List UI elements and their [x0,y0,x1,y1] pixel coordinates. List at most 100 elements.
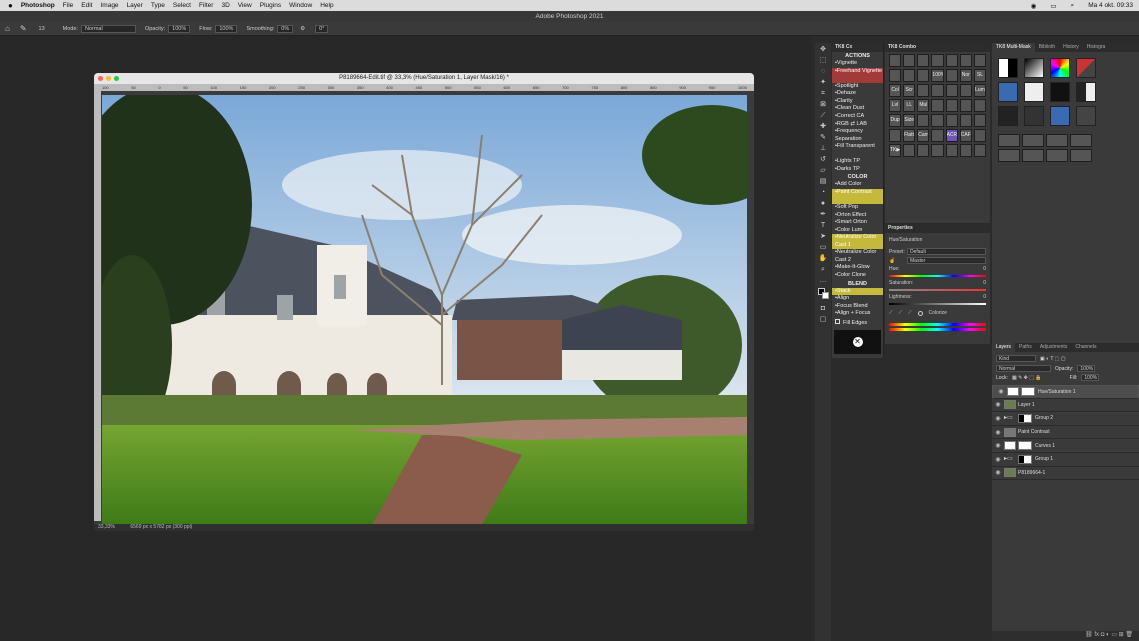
layer-mask-thumbnail[interactable] [1018,413,1032,423]
combo-button[interactable]: LL [903,99,916,112]
battery-icon[interactable]: ▭ [1050,2,1056,10]
action-button[interactable]: •Color Clone [832,272,883,280]
dodge-icon[interactable]: ● [818,200,828,208]
combo-icon[interactable] [917,144,930,157]
action-button[interactable]: •Add Color [832,181,883,189]
combo-icon[interactable] [945,69,958,82]
layer-mask-thumbnail[interactable] [1018,454,1032,464]
combo-button[interactable]: Lvl [889,99,902,112]
document-window[interactable]: P8189664-Edit.tif @ 33,3% (Hue/Saturatio… [94,73,754,531]
lum-mask-2-icon[interactable] [1022,134,1044,147]
layer-opacity-field[interactable]: 100% [1077,365,1096,372]
hue-slider[interactable] [889,275,986,277]
brush-size[interactable]: 13 [39,26,45,32]
menu-help[interactable]: Help [320,2,333,9]
clock[interactable]: Ma 4 okt. 09:33 [1088,2,1133,9]
fx-icon[interactable]: fx [1094,632,1099,638]
menu-window[interactable]: Window [289,2,312,9]
combo-icon[interactable] [889,54,902,67]
combo-icon[interactable] [973,144,986,157]
horizontal-ruler[interactable]: 100 50 0 50 100 150 200 250 300 350 400 450 500 550 60… [94,84,754,91]
action-button[interactable]: •Dehaze [832,90,883,98]
angle-field[interactable]: 0° [315,24,329,33]
screen-mode-icon[interactable]: ▢ [818,316,828,324]
minimize-icon[interactable] [106,76,111,81]
properties-tab[interactable]: Properties [885,224,990,233]
panel-tab[interactable]: TK8 Multi-Mask [992,43,1035,52]
history-brush-icon[interactable]: ↺ [818,156,828,164]
lasso-tool-icon[interactable]: ◌ [818,68,828,76]
combo-icon[interactable] [945,84,958,97]
lum-mask-1-icon[interactable] [998,134,1020,147]
mask-person-icon[interactable] [998,82,1018,102]
menu-image[interactable]: Image [100,2,118,9]
menu-edit[interactable]: Edit [81,2,92,9]
tk8-combo-tab[interactable]: TK8 Combo [885,43,990,52]
hand-tool-icon[interactable]: ✋ [818,255,828,263]
combo-icon[interactable] [917,84,930,97]
visibility-eye-icon[interactable]: ◉ [992,401,1004,408]
action-button[interactable]: •Lights TP [832,158,883,166]
adjustment-icon[interactable]: ◐ [1106,632,1110,638]
mask-figure-icon[interactable] [1024,82,1044,102]
layer-row[interactable]: ◉ Paint Contrast [992,426,1139,440]
menu-layer[interactable]: Layer [127,2,143,9]
combo-icon[interactable] [959,54,972,67]
combo-icon[interactable] [945,114,958,127]
combo-icon[interactable] [973,129,986,142]
action-button[interactable]: •Correct CA [832,113,883,121]
panel-tab[interactable]: Histogra [1083,43,1110,52]
combo-icon[interactable] [959,99,972,112]
action-button[interactable]: •RGB ⇄ LAB [832,121,883,129]
brush-icon[interactable]: ✎ [818,134,828,142]
panel-tab[interactable]: History [1059,43,1083,52]
combo-button[interactable]: SL [973,69,986,82]
visibility-eye-icon[interactable]: ◉ [992,442,1004,449]
lock-icons[interactable]: ▦ ✎ ✥ ⬚ 🔒 [1012,375,1042,381]
clone-stamp-icon[interactable]: ⊥ [818,145,828,153]
combo-icon[interactable] [917,54,930,67]
quick-mask-icon[interactable]: ◘ [818,305,828,313]
magic-wand-icon[interactable]: ✦ [818,79,828,87]
mask-silhouette-icon[interactable] [1050,82,1070,102]
saturation-slider[interactable] [889,289,986,291]
action-button[interactable]: •Align [832,295,883,303]
combo-icon[interactable] [917,69,930,82]
photo-canvas[interactable] [102,95,747,525]
combo-button[interactable]: CAF [959,129,972,142]
mask-list-icon[interactable] [1050,106,1070,126]
menu-plugins[interactable]: Plugins [260,2,281,9]
lightness-value[interactable]: 0 [983,294,986,300]
action-button[interactable]: •Color Lum [832,227,883,235]
lightness-slider[interactable] [889,303,986,305]
combo-button[interactable]: Lum [973,84,986,97]
close-icon[interactable] [98,76,103,81]
eyedropper-plus-icon[interactable]: ⟋ [899,310,903,316]
menu-file[interactable]: File [63,2,73,9]
lum-mask-5-icon[interactable] [998,149,1020,162]
combo-icon[interactable] [945,99,958,112]
saturation-value[interactable]: 0 [983,280,986,286]
tk-logo-icon[interactable] [1076,106,1096,126]
combo-icon[interactable] [973,99,986,112]
menu-filter[interactable]: Filter [199,2,213,9]
panel-tab[interactable]: Channels [1071,343,1100,352]
filter-icons[interactable]: ▣ ◐ T ⬚ ▢ [1040,356,1066,362]
fill-edges-checkbox[interactable]: Fill Edges [832,318,883,327]
gradient-icon[interactable]: ▤ [818,178,828,186]
action-button[interactable]: •Neutralize Color Cast 1 [832,234,883,250]
combo-icon[interactable] [959,84,972,97]
action-button[interactable]: •Align + Focus [832,310,883,318]
zoom-level[interactable]: 33,33% [98,524,115,530]
combo-icon[interactable] [959,144,972,157]
layer-name[interactable]: Group 2 [1035,415,1053,421]
zoom-tool-icon[interactable]: ⌕ [818,266,828,274]
new-layer-icon[interactable]: ⊞ [1119,632,1124,638]
layer-name[interactable]: Paint Contrast [1018,429,1050,435]
action-button[interactable]: •Neutralize Color Cast 2 [832,249,883,264]
action-button[interactable]: •Orton Effect [832,212,883,220]
layer-mask-thumbnail[interactable] [1021,387,1035,397]
menu-type[interactable]: Type [151,2,165,9]
layer-name[interactable]: Hue/Saturation 1 [1038,389,1076,395]
eyedropper-icon[interactable]: ⟋ [818,112,828,120]
